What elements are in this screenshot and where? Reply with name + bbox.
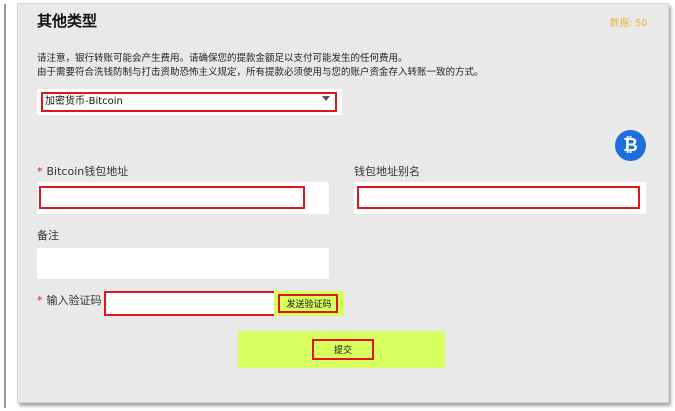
remark-input[interactable] — [37, 248, 329, 279]
verification-code-group: 发送验证码 — [104, 291, 344, 316]
fee-notice: 请注意，银行转账可能会产生费用。请确保您的提款金额足以支付可能发生的任何费用。 — [37, 53, 408, 64]
wallet-alias-input[interactable] — [354, 182, 646, 214]
remark-label: 备注 — [37, 229, 59, 242]
send-code-label: 发送验证码 — [286, 300, 332, 310]
aml-notice: 由于需要符合洗钱防制与打击资助恐怖主义规定，所有提款必须使用与您的账户资金存入转… — [37, 67, 484, 78]
caret-down-icon[interactable] — [322, 96, 330, 101]
data-count: 数据: 50 — [610, 18, 648, 29]
wallet-address-label: * Bitcoin钱包地址 — [37, 163, 128, 179]
required-mark: * — [37, 165, 43, 178]
submit-button[interactable]: 提交 — [312, 339, 374, 360]
verification-code-input[interactable] — [104, 291, 274, 316]
type-select-value: 加密货币-Bitcoin — [45, 96, 123, 107]
window-edge — [4, 4, 6, 408]
verification-code-label: * 输入验证码 — [37, 292, 102, 308]
withdrawal-type-select[interactable]: 加密货币-Bitcoin — [37, 89, 342, 115]
wallet-alias-label: 钱包地址别名 — [354, 165, 420, 178]
wallet-address-input[interactable] — [37, 182, 329, 214]
wallet-address-label-text: Bitcoin钱包地址 — [46, 165, 129, 178]
submit-label: 提交 — [333, 346, 352, 356]
alias-input-highlight — [357, 186, 640, 209]
send-code-button[interactable]: 发送验证码 — [274, 291, 344, 316]
required-mark: * — [37, 294, 43, 307]
wallet-input-highlight — [39, 186, 305, 209]
verification-code-label-text: 输入验证码 — [46, 294, 102, 307]
page-title: 其他类型 — [37, 12, 98, 30]
submit-area[interactable]: 提交 — [238, 331, 445, 368]
bitcoin-icon: ₿ — [615, 130, 646, 161]
